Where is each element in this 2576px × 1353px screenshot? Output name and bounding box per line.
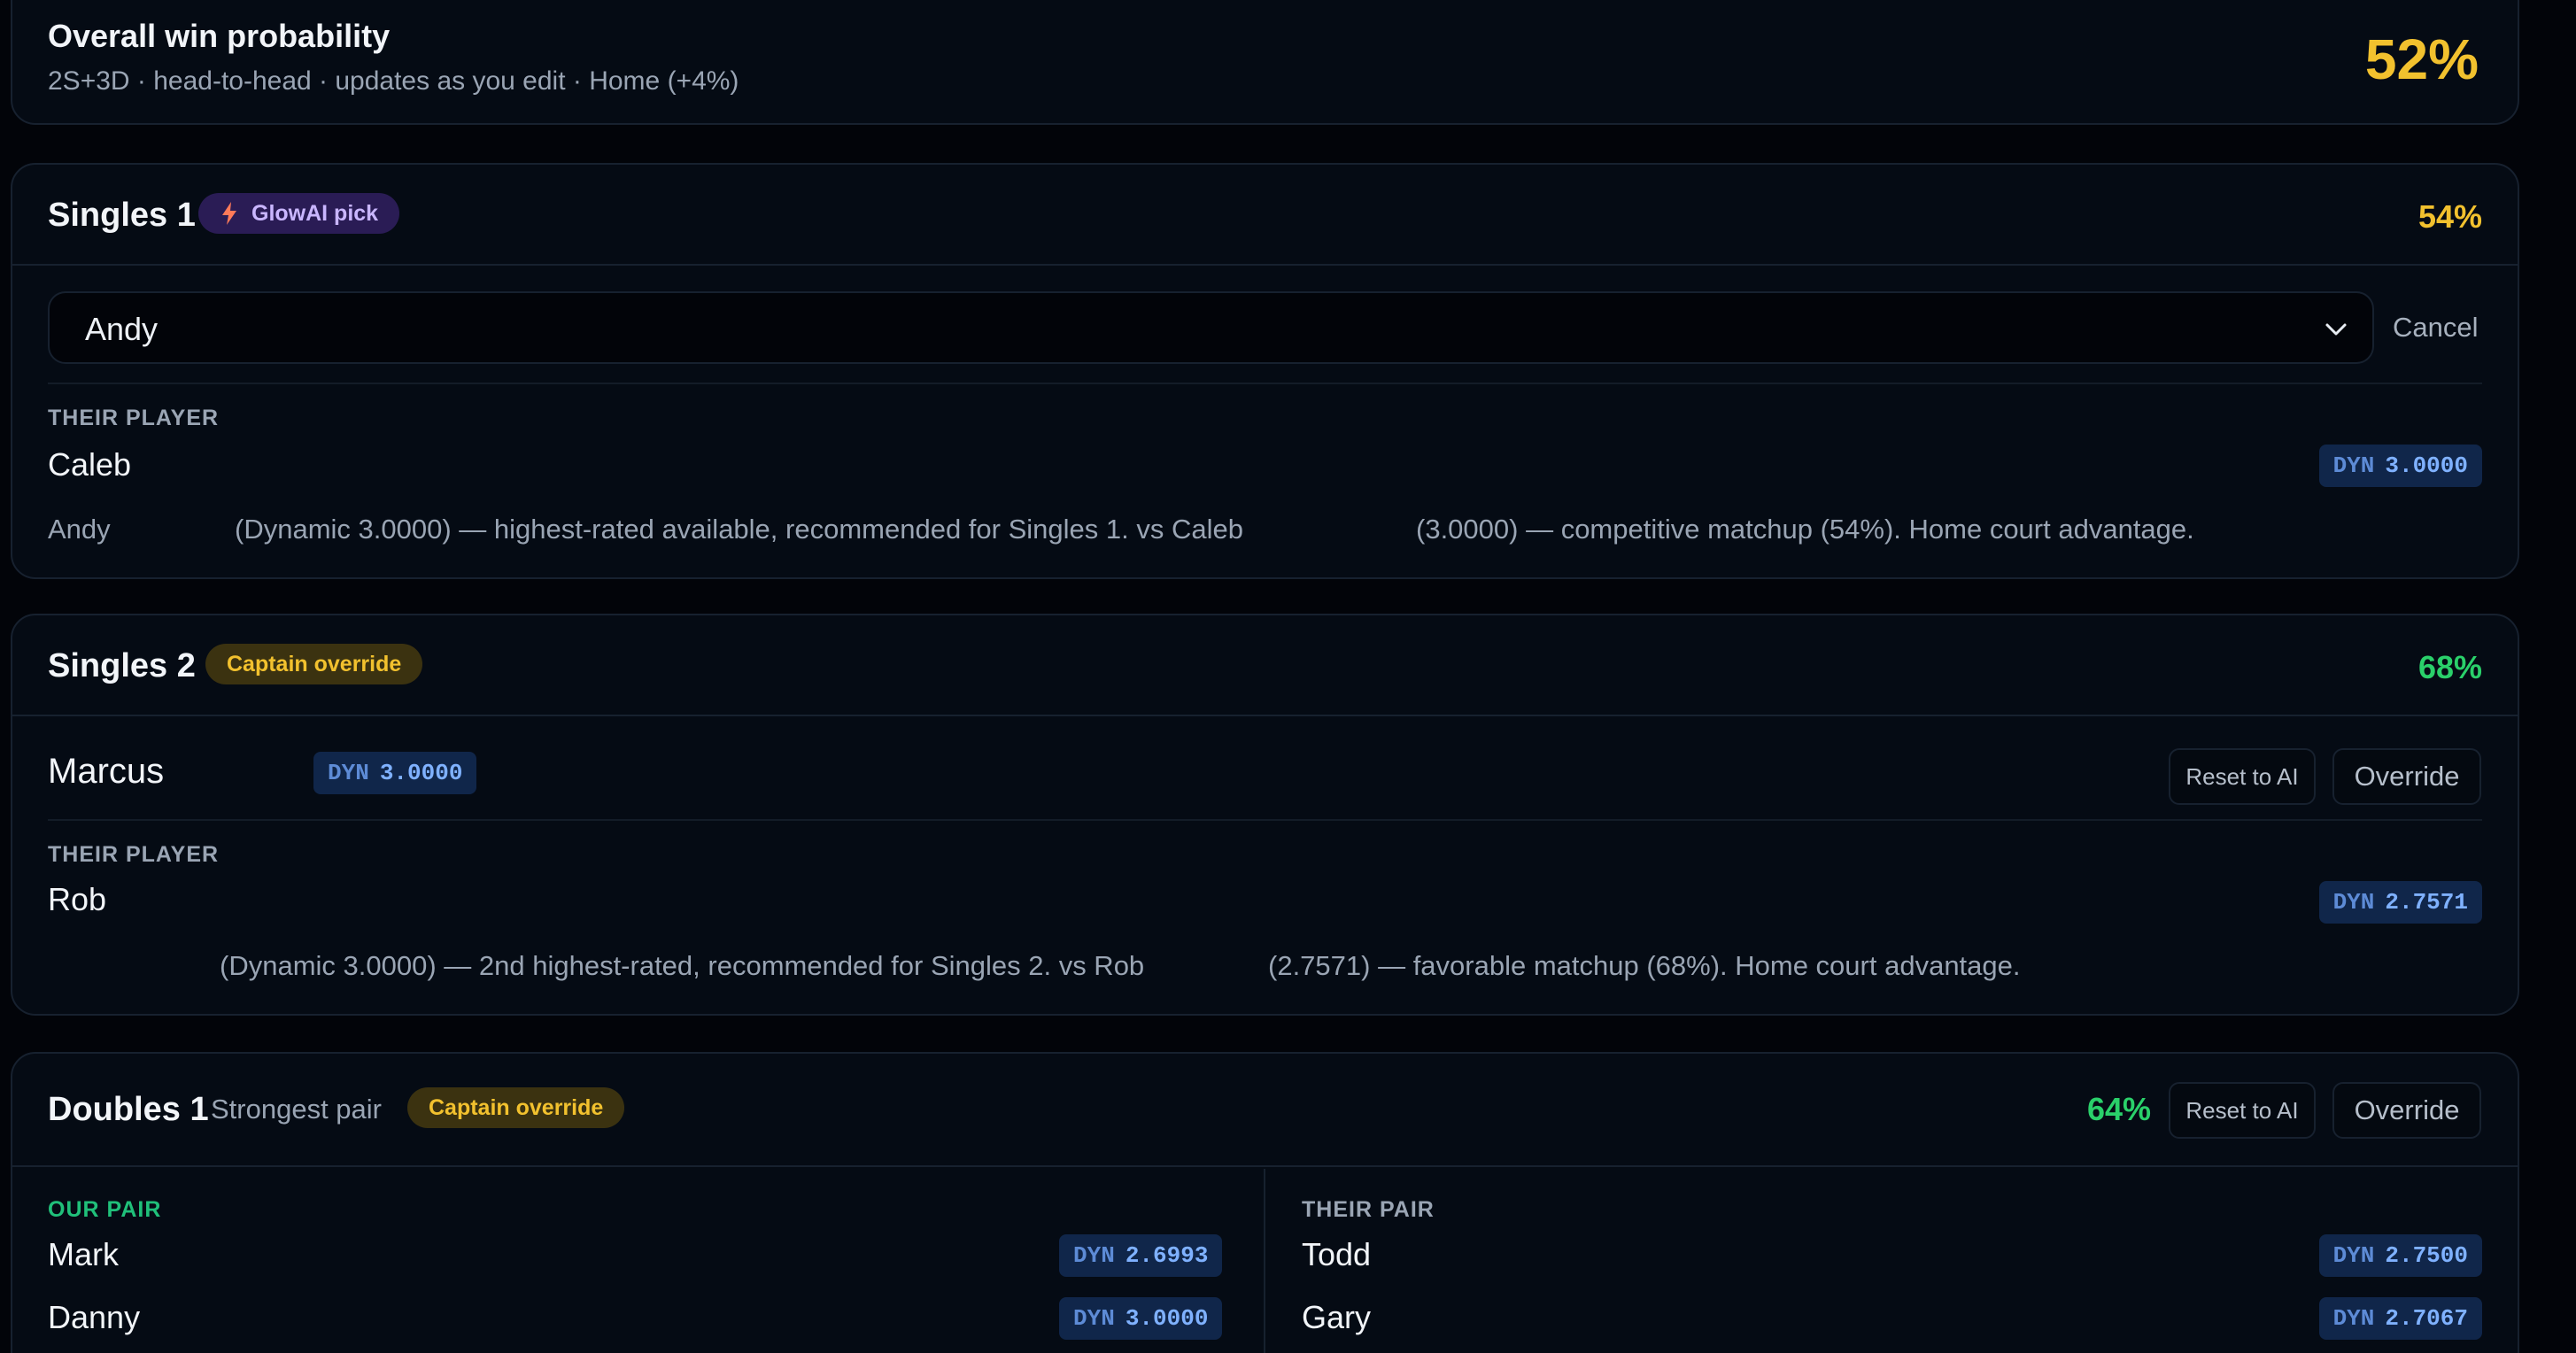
- recommendation-text: (Dynamic 3.0000) — highest-rated availab…: [235, 514, 1243, 545]
- chevron-down-icon: [2325, 323, 2347, 336]
- singles-2-percent: 68%: [2417, 649, 2482, 685]
- reset-to-ai-button[interactable]: Reset to AI: [2169, 1082, 2316, 1139]
- override-button[interactable]: Override: [2332, 1082, 2481, 1139]
- their-player-label: THEIR PLAYER: [48, 406, 220, 430]
- singles-1-player-select[interactable]: Andy: [48, 291, 2374, 364]
- glowai-pick-badge: GlowAI pick: [198, 193, 400, 234]
- divider: [48, 819, 2482, 821]
- overall-percent: 52%: [2364, 27, 2479, 91]
- their-pair-dyn-rating: DYN 2.7500: [2318, 1234, 2482, 1277]
- their-pair-label: THEIR PAIR: [1302, 1197, 1435, 1222]
- their-pair-dyn-rating: DYN 2.7067: [2318, 1297, 2482, 1340]
- recommendation-matchup: (3.0000) — competitive matchup (54%). Ho…: [1416, 514, 2194, 545]
- their-pair-player: Gary: [1302, 1299, 1372, 1335]
- doubles-1-title: Doubles 1: [48, 1091, 209, 1128]
- reset-to-ai-button[interactable]: Reset to AI: [2169, 748, 2316, 805]
- our-pair-label: OUR PAIR: [48, 1197, 162, 1222]
- cancel-button[interactable]: Cancel: [2393, 312, 2479, 344]
- their-pair-player: Todd: [1302, 1236, 1372, 1272]
- our-dyn-rating: DYN 3.0000: [313, 752, 477, 794]
- override-button[interactable]: Override: [2332, 748, 2481, 805]
- singles-2-header: Singles 2 Captain override 68%: [12, 615, 2518, 716]
- lineup-page: Overall win probability 2S+3D · head-to-…: [0, 0, 2576, 1353]
- their-player-name: Rob: [48, 881, 107, 917]
- singles-1-card: Singles 1 GlowAI pick 54% Andy Cancel TH…: [11, 163, 2519, 579]
- doubles-1-header: Doubles 1 Strongest pair Captain overrid…: [12, 1054, 2518, 1167]
- our-pair-player: Danny: [48, 1299, 141, 1335]
- pair-divider: [1264, 1169, 1265, 1353]
- divider: [48, 383, 2482, 384]
- singles-1-percent: 54%: [2417, 198, 2482, 235]
- doubles-1-subtitle: Strongest pair: [211, 1094, 382, 1125]
- singles-1-header: Singles 1 GlowAI pick 54%: [12, 165, 2518, 266]
- captain-override-badge: Captain override: [205, 644, 423, 684]
- singles-2-title: Singles 2: [48, 647, 196, 684]
- their-player-name: Caleb: [48, 446, 132, 483]
- our-player-name: Marcus: [48, 752, 165, 791]
- doubles-1-percent: 64%: [2086, 1091, 2151, 1127]
- recommendation-matchup: (2.7571) — favorable matchup (68%). Home…: [1268, 950, 2021, 981]
- their-player-label: THEIR PLAYER: [48, 842, 220, 867]
- singles-1-select-value: Andy: [85, 311, 159, 347]
- bolt-icon: [222, 202, 236, 225]
- recommendation-text: (Dynamic 3.0000) — 2nd highest-rated, re…: [220, 950, 1145, 981]
- their-dyn-rating: DYN 3.0000: [2318, 445, 2482, 487]
- recommendation-player: Andy: [48, 514, 111, 545]
- overall-subtitle: 2S+3D · head-to-head · updates as you ed…: [48, 66, 739, 96]
- singles-2-card: Singles 2 Captain override 68% Marcus DY…: [11, 614, 2519, 1016]
- doubles-1-card: Doubles 1 Strongest pair Captain overrid…: [11, 1052, 2519, 1353]
- overall-title: Overall win probability: [48, 18, 391, 54]
- our-pair-dyn-rating: DYN 3.0000: [1059, 1297, 1223, 1340]
- glowai-pick-label: GlowAI pick: [251, 201, 379, 226]
- their-dyn-rating: DYN 2.7571: [2318, 881, 2482, 924]
- singles-1-title: Singles 1: [48, 197, 196, 234]
- our-pair-dyn-rating: DYN 2.6993: [1059, 1234, 1223, 1277]
- overall-win-card: Overall win probability 2S+3D · head-to-…: [11, 0, 2519, 125]
- captain-override-badge: Captain override: [407, 1087, 625, 1128]
- our-pair-player: Mark: [48, 1236, 119, 1272]
